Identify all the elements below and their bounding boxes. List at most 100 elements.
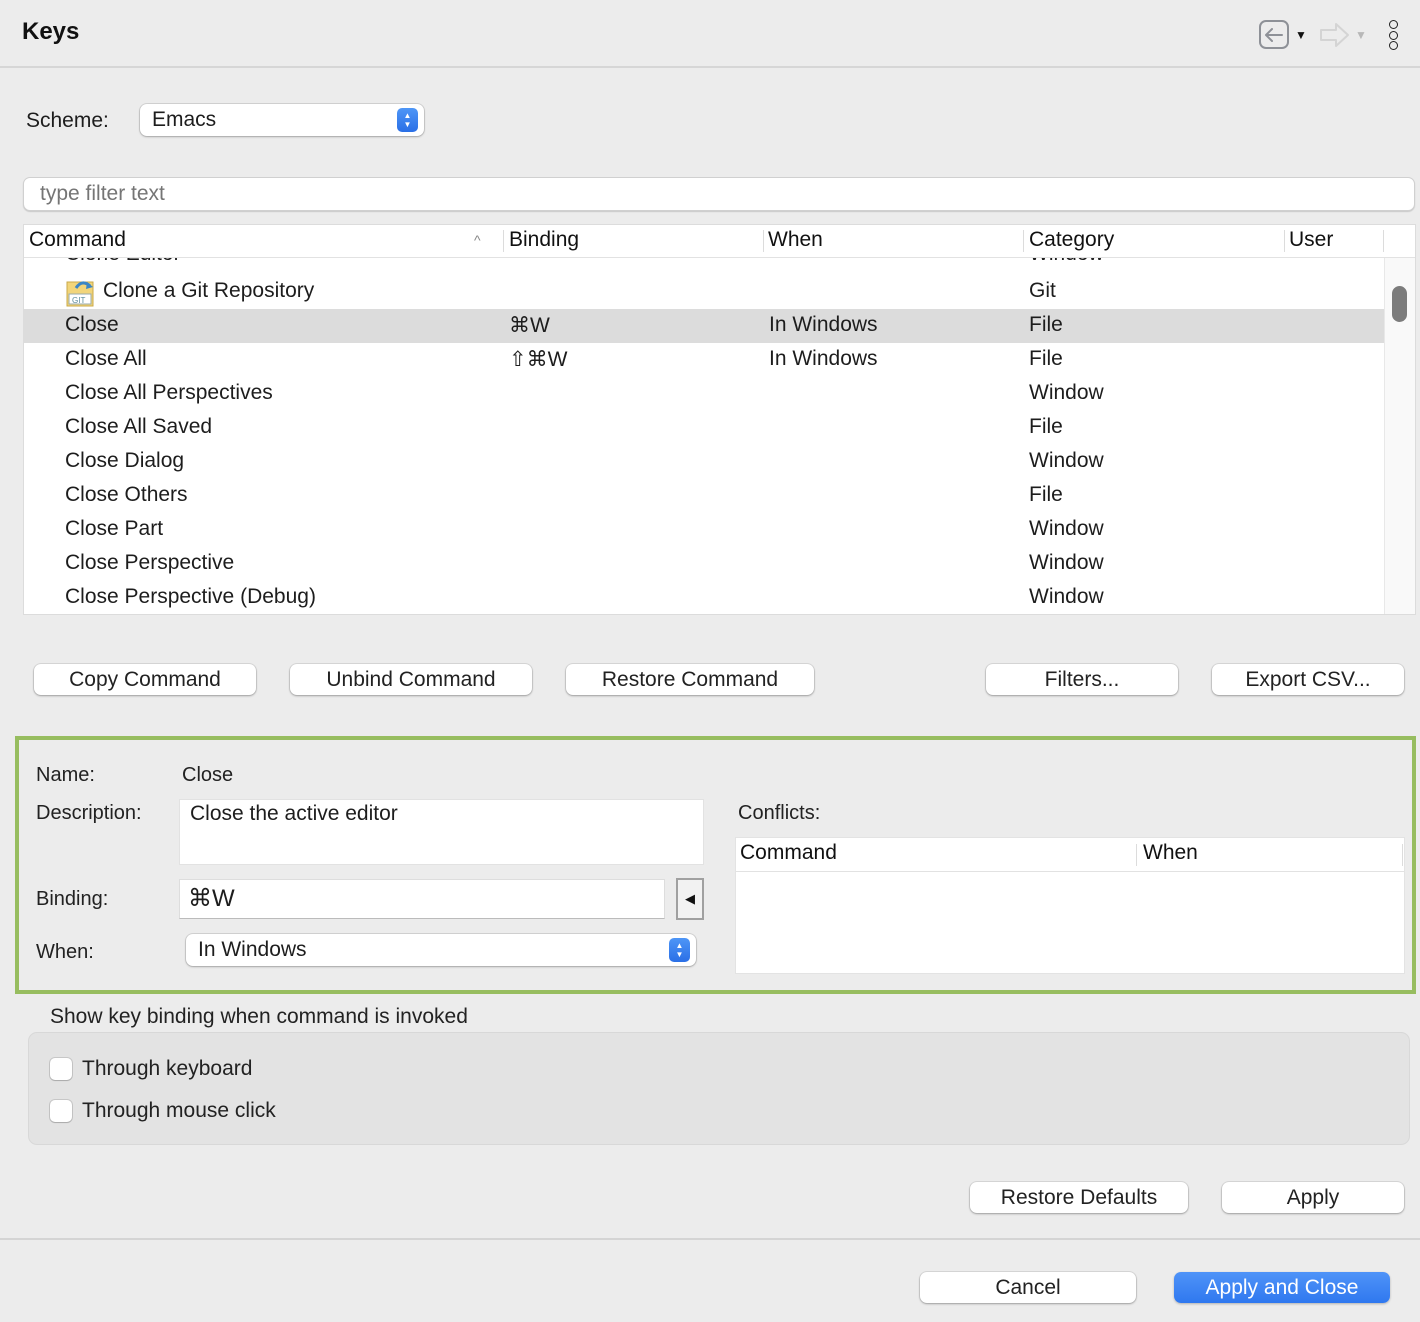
cell-binding: ⌘W xyxy=(509,314,550,337)
scheme-value: Emacs xyxy=(152,108,217,131)
cell-command: Close xyxy=(65,313,119,336)
restore-command-button[interactable]: Restore Command xyxy=(566,664,814,695)
cell-category: File xyxy=(1029,347,1063,370)
cell-category: Window xyxy=(1029,258,1104,266)
through-mouse-click-option[interactable]: Through mouse click xyxy=(50,1099,276,1123)
column-header-when[interactable]: When xyxy=(768,228,823,252)
cell-command: Clone Editor xyxy=(65,258,181,266)
unbind-command-button[interactable]: Unbind Command xyxy=(290,664,532,695)
cell-binding: ⇧⌘W xyxy=(509,348,568,371)
restore-defaults-button[interactable]: Restore Defaults xyxy=(970,1182,1188,1213)
commands-table: Command ^ Binding When Category User Clo… xyxy=(23,224,1416,615)
cell-category: File xyxy=(1029,415,1063,438)
show-binding-group: Through keyboard Through mouse click xyxy=(28,1032,1410,1145)
description-label: Description: xyxy=(36,802,142,824)
table-row[interactable]: Close Perspective (Debug) Window xyxy=(24,581,1385,614)
table-row[interactable]: Close Others File xyxy=(24,479,1385,513)
cell-category: File xyxy=(1029,483,1063,506)
page-title: Keys xyxy=(22,18,80,45)
cell-when: In Windows xyxy=(769,347,878,370)
through-keyboard-option[interactable]: Through keyboard xyxy=(50,1057,252,1081)
table-row[interactable]: Close All Perspectives Window xyxy=(24,377,1385,411)
table-row[interactable]: Close All Saved File xyxy=(24,411,1385,445)
copy-command-button[interactable]: Copy Command xyxy=(34,664,256,695)
cell-when: In Windows xyxy=(769,313,878,336)
column-header-command[interactable]: Command xyxy=(29,228,126,252)
vertical-ellipsis-icon xyxy=(1388,20,1398,29)
triangle-left-icon: ◀ xyxy=(685,891,695,906)
conflicts-table: Command When xyxy=(735,837,1405,974)
cell-category: Window xyxy=(1029,381,1104,404)
ellipsis-dot xyxy=(1388,30,1398,40)
git-repository-icon: GIT xyxy=(66,281,94,307)
conflicts-label: Conflicts: xyxy=(738,802,821,824)
table-body: Clone Editor Window GIT Clone a Git Repo… xyxy=(24,258,1385,614)
name-value: Close xyxy=(182,764,234,786)
binding-label: Binding: xyxy=(36,888,109,910)
select-stepper-icon: ▲ ▼ xyxy=(397,108,418,132)
filter-input[interactable] xyxy=(23,177,1415,211)
svg-text:GIT: GIT xyxy=(72,296,85,305)
table-row[interactable]: Close All ⇧⌘W In Windows File xyxy=(24,343,1385,377)
table-row[interactable]: Close Dialog Window xyxy=(24,445,1385,479)
apply-button[interactable]: Apply xyxy=(1222,1182,1404,1213)
cell-command: Close Others xyxy=(65,483,188,506)
column-resize-handle[interactable] xyxy=(1402,844,1403,866)
through-keyboard-label: Through keyboard xyxy=(82,1057,253,1080)
forward-button[interactable] xyxy=(1319,21,1351,55)
cell-command: Close Dialog xyxy=(65,449,185,472)
column-resize-handle[interactable] xyxy=(1383,230,1384,252)
forward-history-dropdown[interactable]: ▼ xyxy=(1355,28,1367,42)
dropdown-triangle-icon: ▼ xyxy=(1355,28,1367,42)
when-value: In Windows xyxy=(198,938,307,961)
cell-category: Window xyxy=(1029,585,1104,608)
table-vertical-scrollbar[interactable] xyxy=(1384,258,1415,614)
cell-category: Window xyxy=(1029,551,1104,574)
binding-input[interactable]: ⌘W xyxy=(179,879,665,919)
table-row[interactable]: Clone Editor Window xyxy=(24,258,1385,272)
cell-command: Clone a Git Repository xyxy=(103,279,315,302)
description-field[interactable]: Close the active editor xyxy=(179,799,704,865)
column-resize-handle[interactable] xyxy=(1284,230,1285,252)
back-history-dropdown[interactable]: ▼ xyxy=(1295,28,1307,42)
column-header-category[interactable]: Category xyxy=(1029,228,1114,252)
table-row[interactable]: Close Part Window xyxy=(24,513,1385,547)
more-options-button[interactable] xyxy=(1386,20,1400,50)
cell-category: File xyxy=(1029,313,1063,336)
export-csv-button[interactable]: Export CSV... xyxy=(1212,664,1404,695)
conflicts-column-when[interactable]: When xyxy=(1143,841,1198,865)
conflicts-table-header: Command When xyxy=(736,838,1404,872)
select-stepper-icon: ▲ ▼ xyxy=(669,938,690,962)
apply-and-close-button[interactable]: Apply and Close xyxy=(1174,1272,1390,1303)
table-row[interactable]: GIT Clone a Git Repository Git xyxy=(24,275,1385,309)
scheme-label: Scheme: xyxy=(26,109,109,132)
column-header-binding[interactable]: Binding xyxy=(509,228,579,252)
cancel-button[interactable]: Cancel xyxy=(920,1272,1136,1303)
through-keyboard-checkbox[interactable] xyxy=(50,1058,72,1080)
through-mouse-click-checkbox[interactable] xyxy=(50,1100,72,1122)
column-resize-handle[interactable] xyxy=(1023,230,1024,252)
column-resize-handle[interactable] xyxy=(1136,844,1137,866)
forward-arrow-icon xyxy=(1320,23,1349,47)
column-header-user[interactable]: User xyxy=(1289,228,1333,252)
when-label: When: xyxy=(36,941,94,963)
when-select[interactable]: In Windows ▲ ▼ xyxy=(186,934,696,966)
column-resize-handle[interactable] xyxy=(503,230,504,252)
back-button[interactable] xyxy=(1259,20,1289,49)
table-row-selected[interactable]: Close ⌘W In Windows File xyxy=(24,309,1385,343)
table-row[interactable]: Close Perspective Window xyxy=(24,547,1385,581)
cell-command: Close Perspective xyxy=(65,551,235,574)
filters-button[interactable]: Filters... xyxy=(986,664,1178,695)
cell-command: Close All Perspectives xyxy=(65,381,273,404)
scheme-select[interactable]: Emacs ▲ ▼ xyxy=(140,104,424,136)
cell-category: Window xyxy=(1029,449,1104,472)
through-mouse-click-label: Through mouse click xyxy=(82,1099,276,1122)
conflicts-column-command[interactable]: Command xyxy=(740,841,837,865)
scrollbar-thumb[interactable] xyxy=(1392,286,1407,322)
cell-category: Git xyxy=(1029,279,1056,302)
cell-command: Close Part xyxy=(65,517,164,540)
binding-menu-button[interactable]: ◀ xyxy=(676,878,704,920)
command-details-panel: Name: Close Description: Close the activ… xyxy=(15,736,1416,994)
cell-command: Close All Saved xyxy=(65,415,213,438)
column-resize-handle[interactable] xyxy=(763,230,764,252)
